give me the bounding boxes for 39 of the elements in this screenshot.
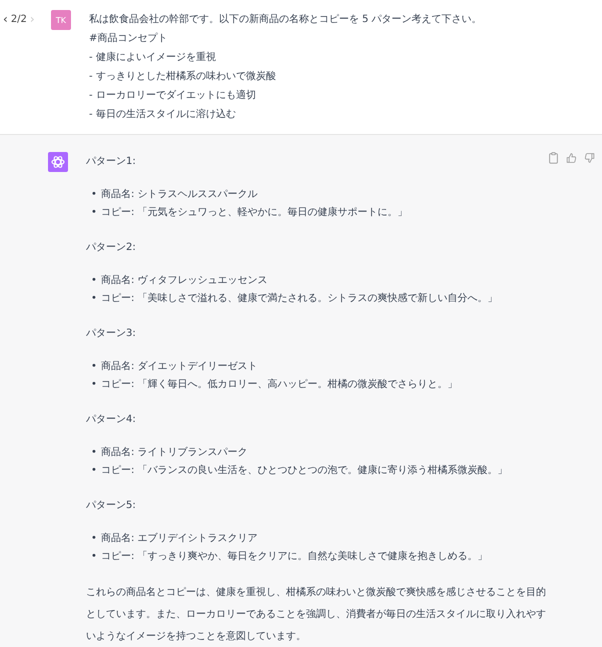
- list-item: 商品名: ヴィタフレッシュエッセンス: [101, 274, 268, 288]
- pattern-heading: パターン5:: [86, 499, 137, 513]
- message-line: - 健康によいイメージを重視: [89, 50, 217, 65]
- list-item: コピー: 「元気をシュワっと、軽やかに。毎日の健康サポートに。」: [101, 206, 408, 220]
- bullet-marker: •: [91, 464, 98, 478]
- page-counter: 2/2: [10, 14, 27, 24]
- list-item: コピー: 「輝く毎日へ。低カロリー、高ハッピー。柑橘の微炭酸でさらりと。」: [101, 378, 458, 392]
- previous-button[interactable]: ‹: [3, 13, 8, 25]
- pattern-heading: パターン3:: [86, 327, 137, 341]
- bullet-marker: •: [91, 446, 98, 460]
- bullet-marker: •: [91, 292, 98, 306]
- list-item: コピー: 「バランスの良い生活を、ひとつひとつの泡で。健康に寄り添う柑橘系微炭酸。」: [101, 464, 508, 478]
- summary-paragraph: これらの商品名とコピーは、健康を重視し、柑橘系の味わいと微炭酸で爽快感を感じさせることを目的としています。また、ローカロリーであることを強調し、消費者が毎日の生活スタイルに取り入れやすいようなイメージを持つことを意図しています。: [86, 586, 546, 644]
- message-line: 私は飲食品会社の幹部です。以下の新商品の名称とコピーを 5 パターン考えて下さい。: [89, 12, 482, 27]
- message-line: - 毎日の生活スタイルに溶け込む: [89, 108, 237, 122]
- thumbs-down-icon[interactable]: [584, 152, 595, 164]
- list-item: 商品名: ライトリブランスパーク: [101, 446, 248, 460]
- bullet-marker: •: [91, 378, 98, 392]
- bullet-marker: •: [91, 550, 98, 564]
- user-avatar: TK: [51, 10, 71, 30]
- bullet-marker: •: [91, 188, 98, 202]
- bullet-marker: •: [91, 360, 98, 374]
- list-item: 商品名: エブリデイシトラスクリア: [101, 532, 258, 546]
- assistant-logo-icon: [48, 152, 68, 172]
- pattern-heading: パターン4:: [86, 413, 137, 427]
- list-item: 商品名: シトラスヘルススパークル: [101, 188, 258, 202]
- message-line: - ローカロリーでダイエットにも適切: [89, 88, 257, 103]
- list-item: コピー: 「すっきり爽やか、毎日をクリアに。自然な美味しさで健康を抱きしめる。」: [101, 550, 488, 564]
- list-item: コピー: 「美味しさで溢れる、健康で満たされる。シトラスの爽快感で新しい自分へ。」: [101, 292, 498, 306]
- bullet-marker: •: [91, 532, 98, 546]
- bullet-marker: •: [91, 206, 98, 220]
- bullet-marker: •: [91, 274, 98, 288]
- copy-icon[interactable]: [548, 152, 559, 164]
- thumbs-up-icon[interactable]: [566, 152, 577, 164]
- message-line: #商品コンセプト: [89, 32, 168, 46]
- pattern-heading: パターン2:: [86, 241, 137, 255]
- pattern-heading: パターン1:: [86, 155, 137, 169]
- message-line: - すっきりとした柑橘系の味わいで微炭酸: [89, 70, 277, 84]
- list-item: 商品名: ダイエットデイリーゼスト: [101, 360, 258, 374]
